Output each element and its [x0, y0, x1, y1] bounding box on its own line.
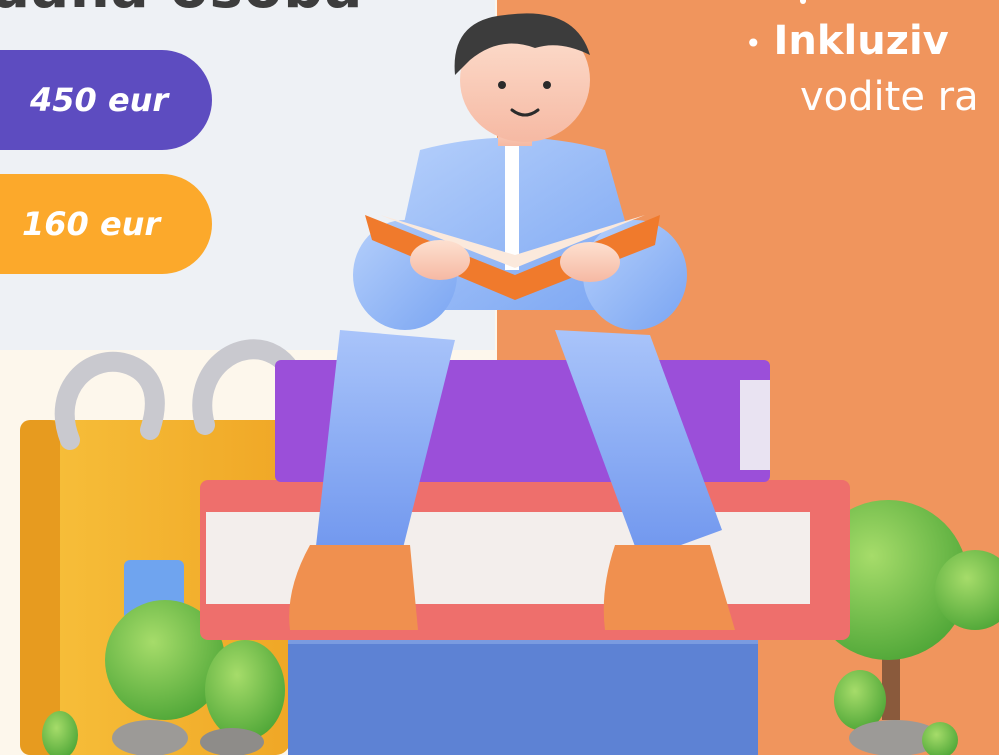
book-icon — [200, 360, 850, 755]
reading-boy-illustration — [20, 13, 999, 755]
